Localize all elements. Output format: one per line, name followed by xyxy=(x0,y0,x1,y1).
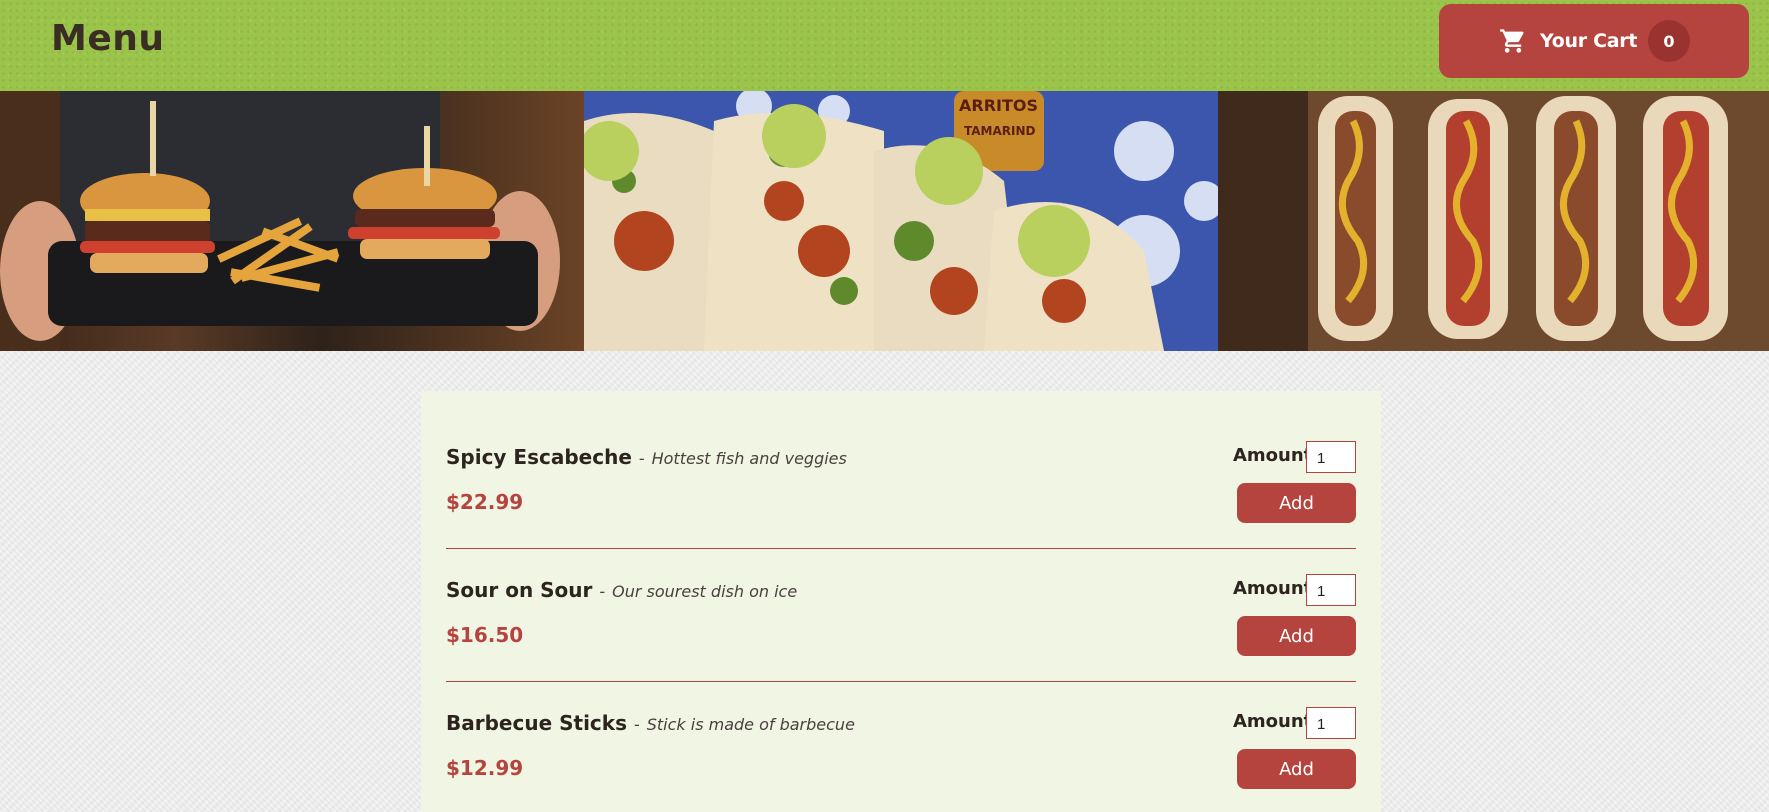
amount-label: Amount xyxy=(1233,711,1313,732)
item-dash: - xyxy=(638,449,645,468)
cart-button[interactable]: Your Cart 0 xyxy=(1439,4,1749,78)
item-name: Barbecue Sticks xyxy=(446,711,627,735)
amount-input[interactable] xyxy=(1306,707,1356,739)
item-price: $12.99 xyxy=(446,756,524,780)
cart-label: Your Cart xyxy=(1540,30,1638,52)
cart-count-badge: 0 xyxy=(1648,20,1690,62)
menu-card: Spicy Escabeche - Hottest fish and veggi… xyxy=(421,391,1381,812)
menu-item: Sour on Sour - Our sourest dish on ice $… xyxy=(446,524,1356,657)
svg-text:ARRITOS: ARRITOS xyxy=(959,96,1038,115)
item-price: $22.99 xyxy=(446,490,524,514)
item-name-line: Barbecue Sticks - Stick is made of barbe… xyxy=(446,711,855,735)
tacos-photo: ARRITOS TAMARIND xyxy=(584,91,1218,351)
menu-item: Spicy Escabeche - Hottest fish and veggi… xyxy=(446,391,1356,524)
page-title: Menu xyxy=(51,18,165,59)
item-dash: - xyxy=(633,715,640,734)
item-description: Our sourest dish on ice xyxy=(612,582,798,601)
add-button[interactable]: Add xyxy=(1237,749,1356,789)
add-button[interactable]: Add xyxy=(1237,483,1356,523)
food-banner: ARRITOS TAMARIND xyxy=(0,91,1769,351)
amount-label: Amount xyxy=(1233,445,1313,466)
item-price: $16.50 xyxy=(446,623,524,647)
item-name-line: Sour on Sour - Our sourest dish on ice xyxy=(446,578,797,602)
item-description: Stick is made of barbecue xyxy=(646,715,855,734)
item-name: Sour on Sour xyxy=(446,578,593,602)
amount-label: Amount xyxy=(1233,578,1313,599)
item-name-line: Spicy Escabeche - Hottest fish and veggi… xyxy=(446,445,847,469)
amount-input[interactable] xyxy=(1306,441,1356,473)
burgers-and-fries-photo xyxy=(0,91,584,351)
item-description: Hottest fish and veggies xyxy=(651,449,847,468)
svg-text:TAMARIND: TAMARIND xyxy=(964,124,1036,138)
menu-item: Barbecue Sticks - Stick is made of barbe… xyxy=(446,657,1356,790)
add-button[interactable]: Add xyxy=(1237,616,1356,656)
cart-icon xyxy=(1499,27,1527,55)
item-name: Spicy Escabeche xyxy=(446,445,632,469)
item-dash: - xyxy=(599,582,606,601)
hot-dogs-photo xyxy=(1218,91,1769,351)
amount-input[interactable] xyxy=(1306,574,1356,606)
site-header: Menu Your Cart 0 xyxy=(0,0,1769,91)
